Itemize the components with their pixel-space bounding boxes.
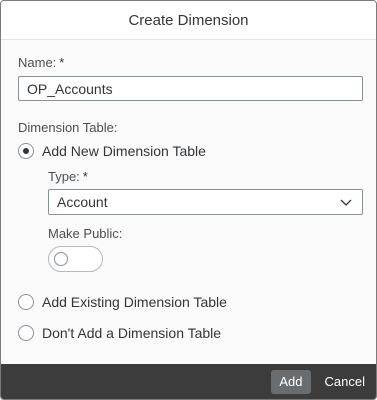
- chevron-down-icon[interactable]: [340, 199, 352, 206]
- dialog-title: Create Dimension: [128, 11, 249, 29]
- type-select[interactable]: Account: [48, 189, 363, 215]
- radio-selected-dot: [23, 148, 29, 154]
- make-public-label: Make Public:: [48, 226, 123, 241]
- dimension-table-label: Dimension Table:: [18, 120, 118, 135]
- radio-add-existing-dimension-table[interactable]: Add Existing Dimension Table: [18, 294, 227, 310]
- radio-label: Add Existing Dimension Table: [42, 294, 227, 310]
- type-required-mark: *: [82, 169, 88, 184]
- radio-button[interactable]: [18, 143, 34, 159]
- type-label: Type: *: [48, 169, 88, 184]
- radio-label: Add New Dimension Table: [42, 143, 206, 159]
- switch-knob: [54, 252, 68, 266]
- cancel-button[interactable]: Cancel: [317, 370, 373, 394]
- radio-dont-add-dimension-table[interactable]: Don't Add a Dimension Table: [18, 325, 221, 341]
- dialog-footer: Add Cancel: [1, 364, 376, 399]
- add-button[interactable]: Add: [271, 369, 311, 394]
- radio-button[interactable]: [18, 325, 34, 341]
- type-select-value: Account: [57, 194, 108, 210]
- name-input[interactable]: OP_Accounts: [18, 76, 363, 101]
- name-label: Name: *: [18, 55, 64, 70]
- dialog-content: Name: * OP_Accounts Dimension Table: Add …: [1, 40, 376, 364]
- dialog-header: Create Dimension: [1, 1, 376, 40]
- name-input-value: OP_Accounts: [27, 80, 113, 97]
- radio-add-new-dimension-table[interactable]: Add New Dimension Table: [18, 143, 206, 159]
- name-label-text: Name:: [18, 55, 57, 70]
- radio-label: Don't Add a Dimension Table: [42, 325, 222, 341]
- type-label-text: Type:: [48, 169, 80, 184]
- name-required-mark: *: [59, 55, 65, 70]
- create-dimension-dialog: Create Dimension Name: * OP_Accounts Dime…: [0, 0, 377, 400]
- radio-button[interactable]: [18, 294, 34, 310]
- make-public-switch[interactable]: [48, 246, 103, 272]
